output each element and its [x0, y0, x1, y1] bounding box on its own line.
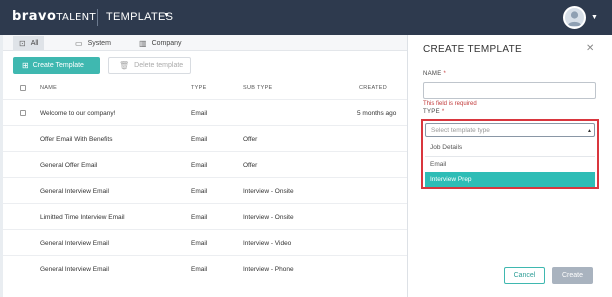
type-field-label: TYPE * [423, 109, 444, 115]
option-label: Email [430, 161, 447, 168]
type-option-interview-prep[interactable]: Interview Prep [425, 172, 595, 187]
select-all-checkbox[interactable] [20, 85, 26, 91]
user-menu-chevron-icon[interactable]: ▼ [591, 14, 598, 21]
user-avatar-icon[interactable] [563, 6, 586, 29]
tab-system-label: System [87, 39, 111, 47]
column-created[interactable]: CREATED [359, 85, 387, 91]
create-template-panel: CREATE TEMPLATE ✕ NAME * This field is r… [407, 35, 612, 297]
monitor-icon: ▭ [75, 38, 83, 48]
name-error-message: This field is required [423, 101, 477, 107]
row-name: Limitted Time Interview Email [40, 214, 125, 221]
grid-icon: ⊡ [19, 38, 26, 48]
row-checkbox[interactable] [20, 110, 26, 116]
row-name: Welcome to our company! [40, 110, 116, 117]
close-icon[interactable]: ✕ [586, 43, 594, 54]
column-name[interactable]: NAME [40, 85, 57, 91]
name-input[interactable] [423, 82, 596, 99]
row-name: General Interview Email [40, 266, 109, 273]
caret-down-icon[interactable]: ▲ [587, 128, 592, 134]
tab-company[interactable]: ▥ Company [133, 36, 188, 50]
top-divider [97, 9, 98, 26]
create-template-button[interactable]: ⊞ Create Template [13, 57, 100, 74]
table-row[interactable]: General Offer Email Email Offer [3, 151, 407, 177]
table-row[interactable]: Limitted Time Interview Email Email Inte… [3, 203, 407, 229]
trash-icon: 🗑︎ [119, 61, 130, 70]
option-label: Interview Prep [430, 176, 472, 183]
row-type: Email [191, 214, 208, 221]
top-bar: bravoTALENT TEMPLATES ▼ ▼ [0, 0, 612, 35]
row-subtype: Interview - Onsite [243, 188, 294, 195]
tab-system[interactable]: ▭ System [69, 36, 117, 50]
tab-all[interactable]: ⊡ All [13, 36, 45, 50]
row-type: Email [191, 136, 208, 143]
row-type: Email [191, 162, 208, 169]
filter-tabs: ⊡ All ▭ System ▥ Company [3, 35, 407, 51]
cancel-button[interactable]: Cancel [504, 267, 545, 284]
name-label-text: NAME [423, 71, 442, 77]
column-type[interactable]: TYPE [191, 85, 207, 91]
row-type: Email [191, 188, 208, 195]
templates-list-panel: ⊡ All ▭ System ▥ Company ⊞ Create Templa… [3, 35, 407, 297]
table-header: NAME TYPE SUB TYPE CREATED [3, 81, 407, 95]
type-label-text: TYPE [423, 109, 440, 115]
column-subtype[interactable]: SUB TYPE [243, 85, 273, 91]
required-mark: * [443, 71, 447, 77]
row-subtype: Interview - Onsite [243, 214, 294, 221]
row-subtype: Offer [243, 162, 258, 169]
row-subtype: Interview - Phone [243, 266, 294, 273]
name-field-label: NAME * [423, 71, 446, 77]
row-type: Email [191, 240, 208, 247]
row-created: 5 months ago [357, 110, 397, 117]
app-logo[interactable]: bravoTALENT [12, 9, 96, 24]
tab-all-label: All [30, 39, 39, 47]
row-name: General Interview Email [40, 240, 109, 247]
create-button[interactable]: Create [552, 267, 593, 284]
row-name: General Offer Email [40, 162, 98, 169]
type-select-placeholder: Select template type [431, 127, 490, 134]
type-select[interactable]: Select template type ▲ [425, 123, 595, 137]
table-row[interactable]: General Interview Email Email Interview … [3, 229, 407, 255]
add-document-icon: ⊞ [22, 61, 29, 70]
table-row[interactable]: Offer Email With Benefits Email Offer [3, 125, 407, 151]
row-name: General Interview Email [40, 188, 109, 195]
logo-brand: bravo [12, 9, 57, 24]
panel-title: CREATE TEMPLATE [423, 44, 522, 55]
building-icon: ▥ [139, 38, 147, 48]
type-option-email[interactable]: Email [425, 157, 595, 172]
row-subtype: Offer [243, 136, 258, 143]
delete-template-button[interactable]: 🗑︎ Delete template [108, 57, 191, 74]
row-type: Email [191, 110, 208, 117]
required-mark: * [441, 109, 445, 115]
tab-company-label: Company [151, 39, 182, 47]
logo-suffix: TALENT [56, 12, 96, 23]
row-subtype: Interview - Video [243, 240, 292, 247]
table-row[interactable]: Welcome to our company! Email 5 months a… [3, 99, 407, 125]
row-type: Email [191, 266, 208, 273]
table-row[interactable]: General Interview Email Email Interview … [3, 255, 407, 281]
type-option-job-details[interactable]: Job Details [425, 140, 595, 155]
row-name: Offer Email With Benefits [40, 136, 113, 143]
option-label: Job Details [430, 144, 463, 151]
create-template-label: Create Template [32, 62, 84, 69]
delete-template-label: Delete template [134, 62, 184, 69]
chevron-down-icon[interactable]: ▼ [163, 12, 170, 19]
table-row[interactable]: General Interview Email Email Interview … [3, 177, 407, 203]
type-select-highlight: Select template type ▲ Job Details Email… [421, 119, 599, 189]
